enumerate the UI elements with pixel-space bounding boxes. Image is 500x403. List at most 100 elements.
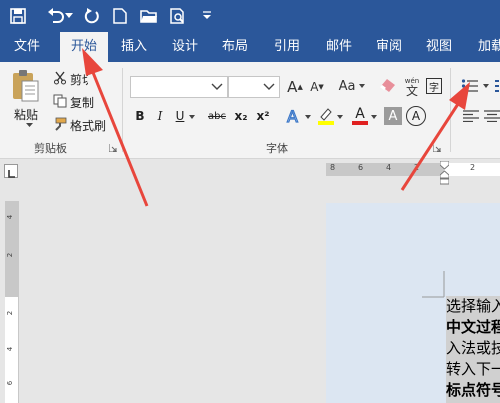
tab-layout[interactable]: 布局 [212,32,258,62]
highlight-button[interactable] [316,106,336,126]
paste-dropdown-icon[interactable] [24,121,34,129]
font-color-swatch [352,121,368,125]
char-border-button[interactable]: A [406,106,426,126]
quick-access-toolbar [0,0,500,32]
underline-dropdown-icon[interactable] [188,113,196,121]
grow-font-button[interactable]: A ▲ [286,78,304,96]
paste-icon [13,70,39,102]
font-size-combobox[interactable] [228,76,280,98]
tab-selector-icon[interactable] [4,164,18,178]
indent-marker-icon[interactable] [439,160,450,185]
change-case-button[interactable]: Aa [336,77,358,95]
tab-insert[interactable]: 插入 [112,32,156,62]
font-size-value [229,82,232,95]
ruler-number: 2 [6,252,15,258]
chevron-down-icon[interactable] [259,77,279,97]
tab-home[interactable]: 开始 [60,32,108,63]
subscript-button[interactable]: x₂ [232,108,250,124]
italic-button[interactable]: I [152,108,168,124]
copy-icon[interactable] [52,93,68,109]
grow-font-icon: A [287,78,298,96]
document-line: 入法或技 [446,339,500,357]
document-line: 选择输入 [446,297,500,315]
font-launcher-icon[interactable] [432,143,441,152]
font-color-dropdown-icon[interactable] [370,113,378,121]
superscript-button[interactable]: x² [254,108,272,124]
strikethrough-button[interactable]: abc [206,108,228,124]
bold-button[interactable]: B [132,108,148,124]
clipboard-group-label: 剪贴板 [34,142,67,155]
format-painter-icon[interactable] [52,116,68,132]
font-color-icon: A [355,106,365,122]
text-effects-dropdown-icon[interactable] [304,113,312,121]
ruler-number: 4 [6,214,15,220]
shrink-font-button[interactable]: A ▼ [308,78,326,96]
text-effects-icon: A [286,107,298,125]
align-center-icon[interactable] [484,108,500,124]
tab-file[interactable]: 文件 [0,32,54,62]
chevron-down-icon[interactable] [207,77,227,97]
ruler-number: 6 [6,380,15,386]
underline-button[interactable]: U [172,108,188,124]
change-case-dropdown-icon[interactable] [358,82,366,90]
ribbon-tabs: 文件 开始 插入 设计 布局 引用 邮件 审阅 视图 加载 [0,32,500,63]
print-preview-icon[interactable] [168,6,188,26]
undo-dropdown-icon[interactable] [64,6,74,26]
document-line: 中文过程 [446,318,500,336]
highlighter-icon [318,108,334,125]
change-case-icon: Aa [338,78,356,94]
document-line: 转入下一 [446,360,500,378]
bullets-dropdown-icon[interactable] [482,82,490,90]
undo-icon[interactable] [46,6,66,26]
tab-addins[interactable]: 加载 [468,32,500,62]
enclose-char-button[interactable]: 字 [426,78,442,94]
tab-mailings[interactable]: 邮件 [316,32,362,62]
highlight-dropdown-icon[interactable] [336,113,344,121]
redo-icon[interactable] [82,6,102,26]
margin-corner-mark [422,271,445,298]
enclose-char-icon: 字 [429,82,439,94]
font-group-label: 字体 [266,142,288,155]
vertical-ruler-text-area: 2 4 6 [5,297,19,403]
ruler-number: 2 [414,163,420,172]
font-name-value [131,82,134,95]
document-line: 标点符号 [446,381,500,399]
separator [122,68,123,152]
save-icon[interactable] [8,6,28,26]
horizontal-ruler-text-area[interactable]: 2 [444,163,500,176]
cut-button[interactable]: 剪切 [70,71,88,88]
document-text-selection[interactable]: 选择输入 中文过程 入法或技 转入下一 标点符号 [446,296,500,403]
ruler-number: 8 [330,163,336,172]
clipboard-launcher-icon[interactable] [108,143,117,152]
copy-button[interactable]: 复制 [70,94,94,111]
ruler-number: 6 [358,163,364,172]
phonetic-guide-button[interactable]: wén 文 [402,74,422,98]
bullets-icon[interactable] [460,76,480,96]
format-painter-button[interactable]: 格式刷 [70,117,106,134]
new-doc-icon[interactable] [110,6,130,26]
ruler-number: 2 [6,310,15,316]
shrink-font-icon: A [310,80,319,94]
tab-review[interactable]: 审阅 [366,32,412,62]
align-left-icon[interactable] [462,108,480,124]
ruler-number: 2 [470,163,476,172]
vertical-ruler-margin: 4 2 [5,201,19,297]
font-name-combobox[interactable] [130,76,228,98]
clear-format-icon[interactable] [378,76,398,96]
cut-icon[interactable] [52,70,68,86]
ruler-number: 4 [6,346,15,352]
ruler-number: 4 [386,163,392,172]
font-color-button[interactable]: A [350,106,370,126]
numbering-icon[interactable] [494,76,500,96]
open-folder-icon[interactable] [139,6,159,26]
customize-dropdown-icon[interactable] [197,6,217,26]
phonetic-guide-icon: 文 [405,84,418,98]
ribbon-home: 粘贴 剪切 复制 格式刷 剪贴板 A▲ A▼ Aa wén 文 字 B I U … [0,62,500,159]
text-effects-button[interactable]: A [284,106,304,126]
tab-view[interactable]: 视图 [416,32,462,62]
tab-references[interactable]: 引用 [264,32,310,62]
char-shading-button[interactable]: A [384,107,402,125]
separator [450,68,451,152]
tab-design[interactable]: 设计 [162,32,208,62]
svg-text:A: A [287,107,298,125]
